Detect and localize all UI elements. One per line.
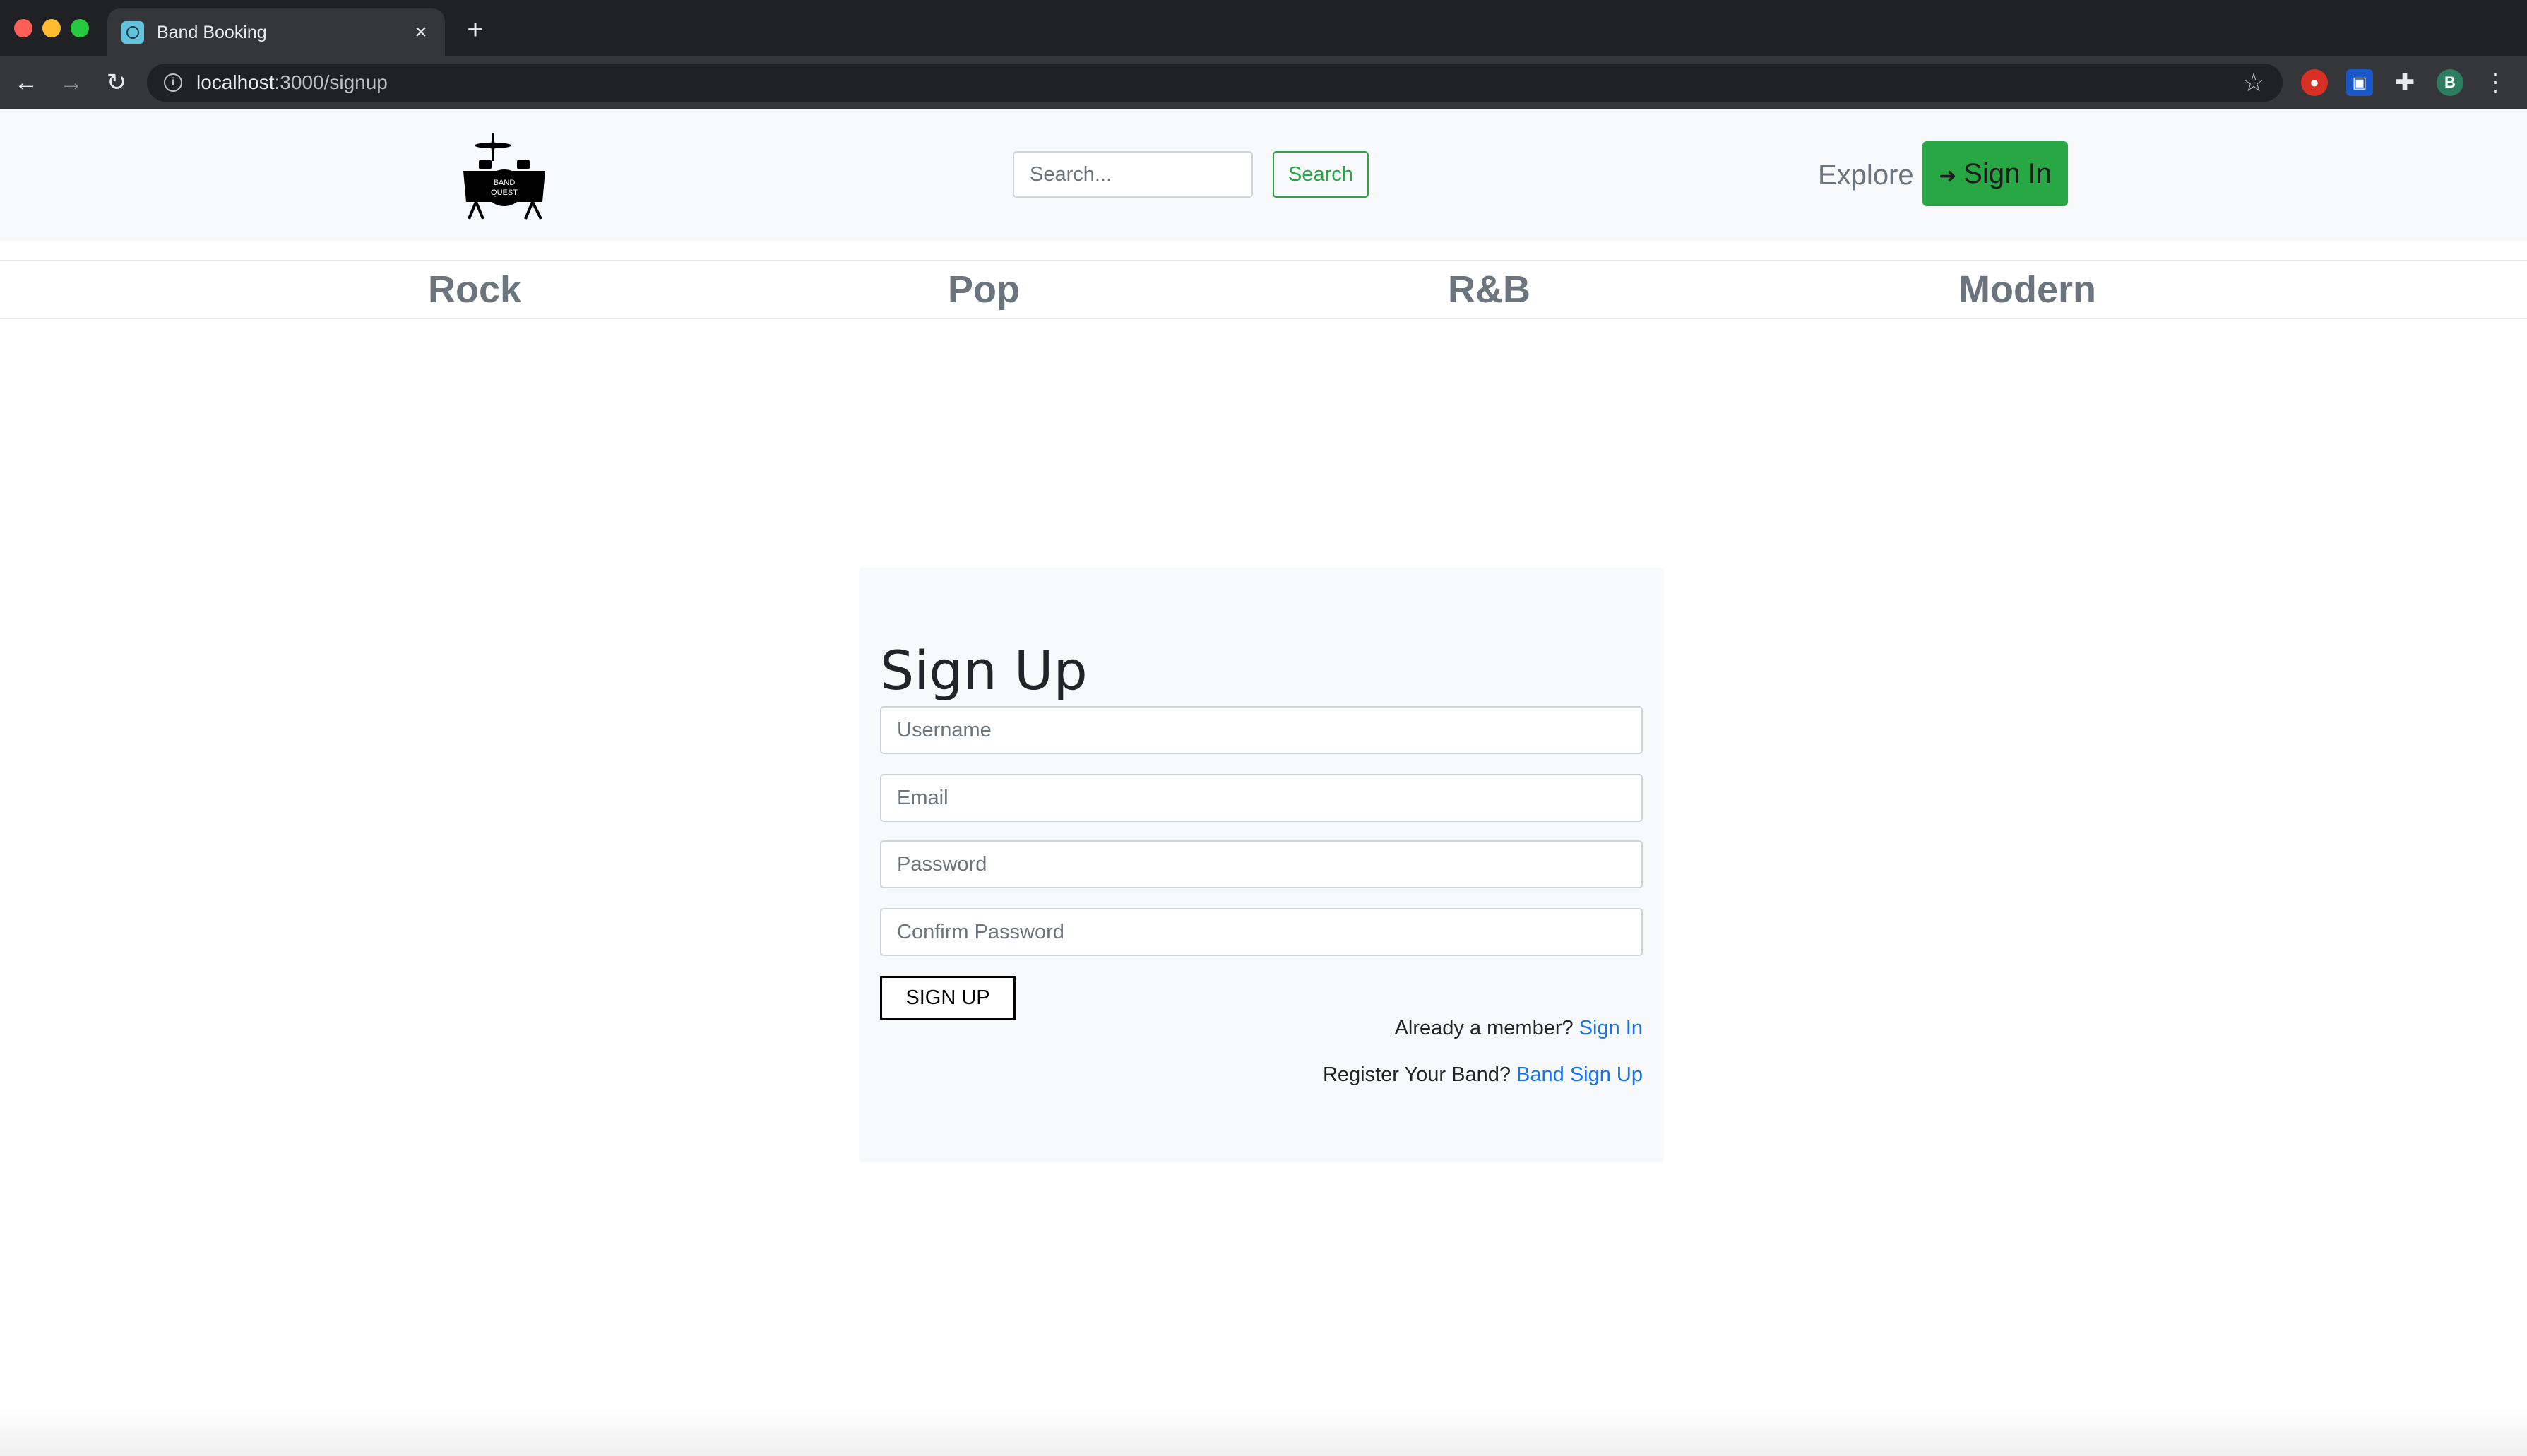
sign-in-link[interactable]: Sign In: [1579, 1017, 1643, 1039]
signup-card: Sign Up SIGN UP Already a member? Sign I…: [859, 568, 1664, 1162]
url-host: localhost: [196, 71, 275, 93]
tab-title: Band Booking: [157, 23, 267, 42]
reload-icon[interactable]: ↻: [99, 65, 134, 100]
confirm-password-field[interactable]: [880, 908, 1643, 956]
email-field[interactable]: [880, 774, 1643, 822]
band-prompt-row: Register Your Band? Band Sign Up: [1323, 1062, 1643, 1087]
band-quest-logo[interactable]: BAND QUEST: [460, 131, 548, 220]
band-prompt-text: Register Your Band?: [1322, 1063, 1517, 1086]
band-sign-up-link[interactable]: Band Sign Up: [1516, 1063, 1643, 1086]
close-tab-icon[interactable]: ×: [407, 18, 435, 47]
genre-nav: Rock Pop R&B Modern: [0, 260, 2527, 319]
genre-link-rock[interactable]: Rock: [428, 270, 521, 309]
window-bottom-shadow: [0, 1405, 2527, 1456]
address-bar[interactable]: i localhost:3000/signup ☆: [147, 64, 2283, 102]
back-arrow-icon[interactable]: ←: [8, 65, 44, 100]
app-navbar: BAND QUEST Search Explore ➜ Sign In: [0, 109, 2527, 241]
profile-avatar[interactable]: B: [2437, 69, 2463, 96]
member-prompt-row: Already a member? Sign In: [1395, 1015, 1643, 1041]
tab-strip: Band Booking × +: [0, 0, 2527, 56]
extension-shield-icon[interactable]: ▣: [2346, 69, 2373, 96]
react-favicon-icon: [121, 21, 144, 44]
info-icon[interactable]: i: [164, 73, 182, 92]
genre-link-rnb[interactable]: R&B: [1448, 270, 1530, 309]
browser-toolbar: ← → ↻ i localhost:3000/signup ☆ ● ▣ ✚ B …: [0, 56, 2527, 109]
password-field[interactable]: [880, 840, 1643, 888]
close-window-button[interactable]: [14, 19, 32, 37]
member-prompt-text: Already a member?: [1394, 1017, 1579, 1039]
browser-chrome: Band Booking × + ← → ↻ i localhost:3000/…: [0, 0, 2527, 109]
sign-in-label: Sign In: [1963, 158, 2052, 189]
new-tab-icon[interactable]: +: [460, 16, 490, 45]
search-button[interactable]: Search: [1273, 151, 1369, 198]
logo-text-band: BAND: [494, 179, 516, 187]
genre-link-modern[interactable]: Modern: [1958, 270, 2096, 309]
explore-link[interactable]: Explore: [1818, 158, 1914, 192]
sign-in-arrow-icon: ➜: [1939, 165, 1957, 188]
username-field[interactable]: [880, 706, 1643, 754]
browser-tab[interactable]: Band Booking ×: [107, 8, 445, 56]
genre-link-pop[interactable]: Pop: [948, 270, 1020, 309]
minimize-window-button[interactable]: [42, 19, 61, 37]
sign-in-button[interactable]: ➜ Sign In: [1922, 141, 2068, 206]
signup-title: Sign Up: [880, 639, 1088, 702]
maximize-window-button[interactable]: [71, 19, 89, 37]
search-input[interactable]: [1013, 151, 1253, 198]
extension-adblock-icon[interactable]: ●: [2301, 69, 2328, 96]
forward-arrow-icon[interactable]: →: [54, 65, 89, 100]
url-path: :3000/signup: [274, 71, 388, 93]
bookmark-star-icon[interactable]: ☆: [2239, 68, 2269, 97]
extensions-puzzle-icon[interactable]: ✚: [2391, 69, 2418, 96]
signup-submit-button[interactable]: SIGN UP: [880, 976, 1016, 1020]
browser-menu-icon[interactable]: ⋮: [2482, 69, 2509, 96]
logo-text-quest: QUEST: [491, 189, 518, 197]
url-text[interactable]: localhost:3000/signup: [196, 64, 388, 102]
